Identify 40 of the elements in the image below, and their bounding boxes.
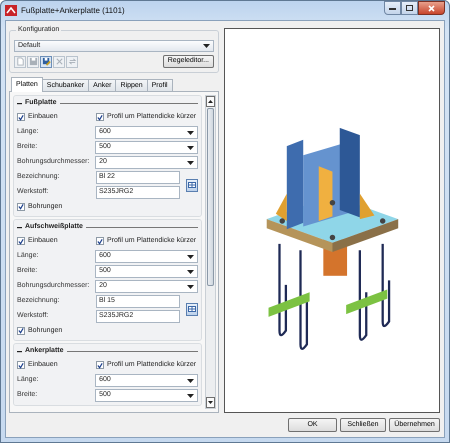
checkbox[interactable] — [17, 237, 25, 246]
window-title: Fußplatte+Ankerplatte (1101) — [21, 6, 126, 16]
floppy-pencil-button[interactable] — [40, 56, 52, 68]
checkbox[interactable] — [96, 237, 104, 246]
document-icon — [16, 57, 24, 66]
caret-icon — [187, 378, 194, 382]
scroll-down-icon[interactable] — [208, 401, 213, 404]
checkbox[interactable] — [96, 361, 104, 370]
collapse-icon[interactable] — [17, 226, 22, 229]
catalog-button[interactable] — [186, 302, 198, 316]
scroll-up-icon[interactable] — [208, 100, 213, 103]
table-icon — [188, 306, 196, 312]
close-icon — [428, 4, 435, 12]
caret-icon — [187, 160, 194, 164]
floppy-pencil-icon — [42, 57, 50, 66]
delete-icon — [54, 57, 64, 66]
checkbox[interactable] — [96, 113, 104, 122]
checkbox[interactable] — [17, 361, 25, 370]
app-logo-icon — [5, 5, 17, 16]
caret-icon — [203, 44, 210, 48]
caret-icon — [187, 146, 194, 150]
collapse-icon[interactable] — [17, 102, 22, 105]
caret-icon — [187, 284, 194, 288]
minimize-icon — [389, 6, 396, 10]
collapse-icon[interactable] — [17, 350, 22, 353]
refresh-icon — [68, 57, 76, 66]
caret-icon — [187, 270, 194, 274]
caret-icon — [187, 130, 194, 134]
checkbox[interactable] — [17, 113, 25, 122]
checkbox[interactable] — [17, 202, 25, 211]
maximize-icon — [406, 5, 413, 11]
minimize-button[interactable] — [384, 1, 401, 15]
caret-icon — [187, 394, 194, 398]
table-icon — [188, 182, 196, 188]
catalog-button[interactable] — [186, 178, 198, 192]
checkbox[interactable] — [17, 326, 25, 335]
scrollbar[interactable] — [205, 95, 216, 409]
caret-icon — [187, 254, 194, 258]
maximize-button[interactable] — [401, 1, 418, 15]
close-button[interactable] — [418, 1, 445, 15]
